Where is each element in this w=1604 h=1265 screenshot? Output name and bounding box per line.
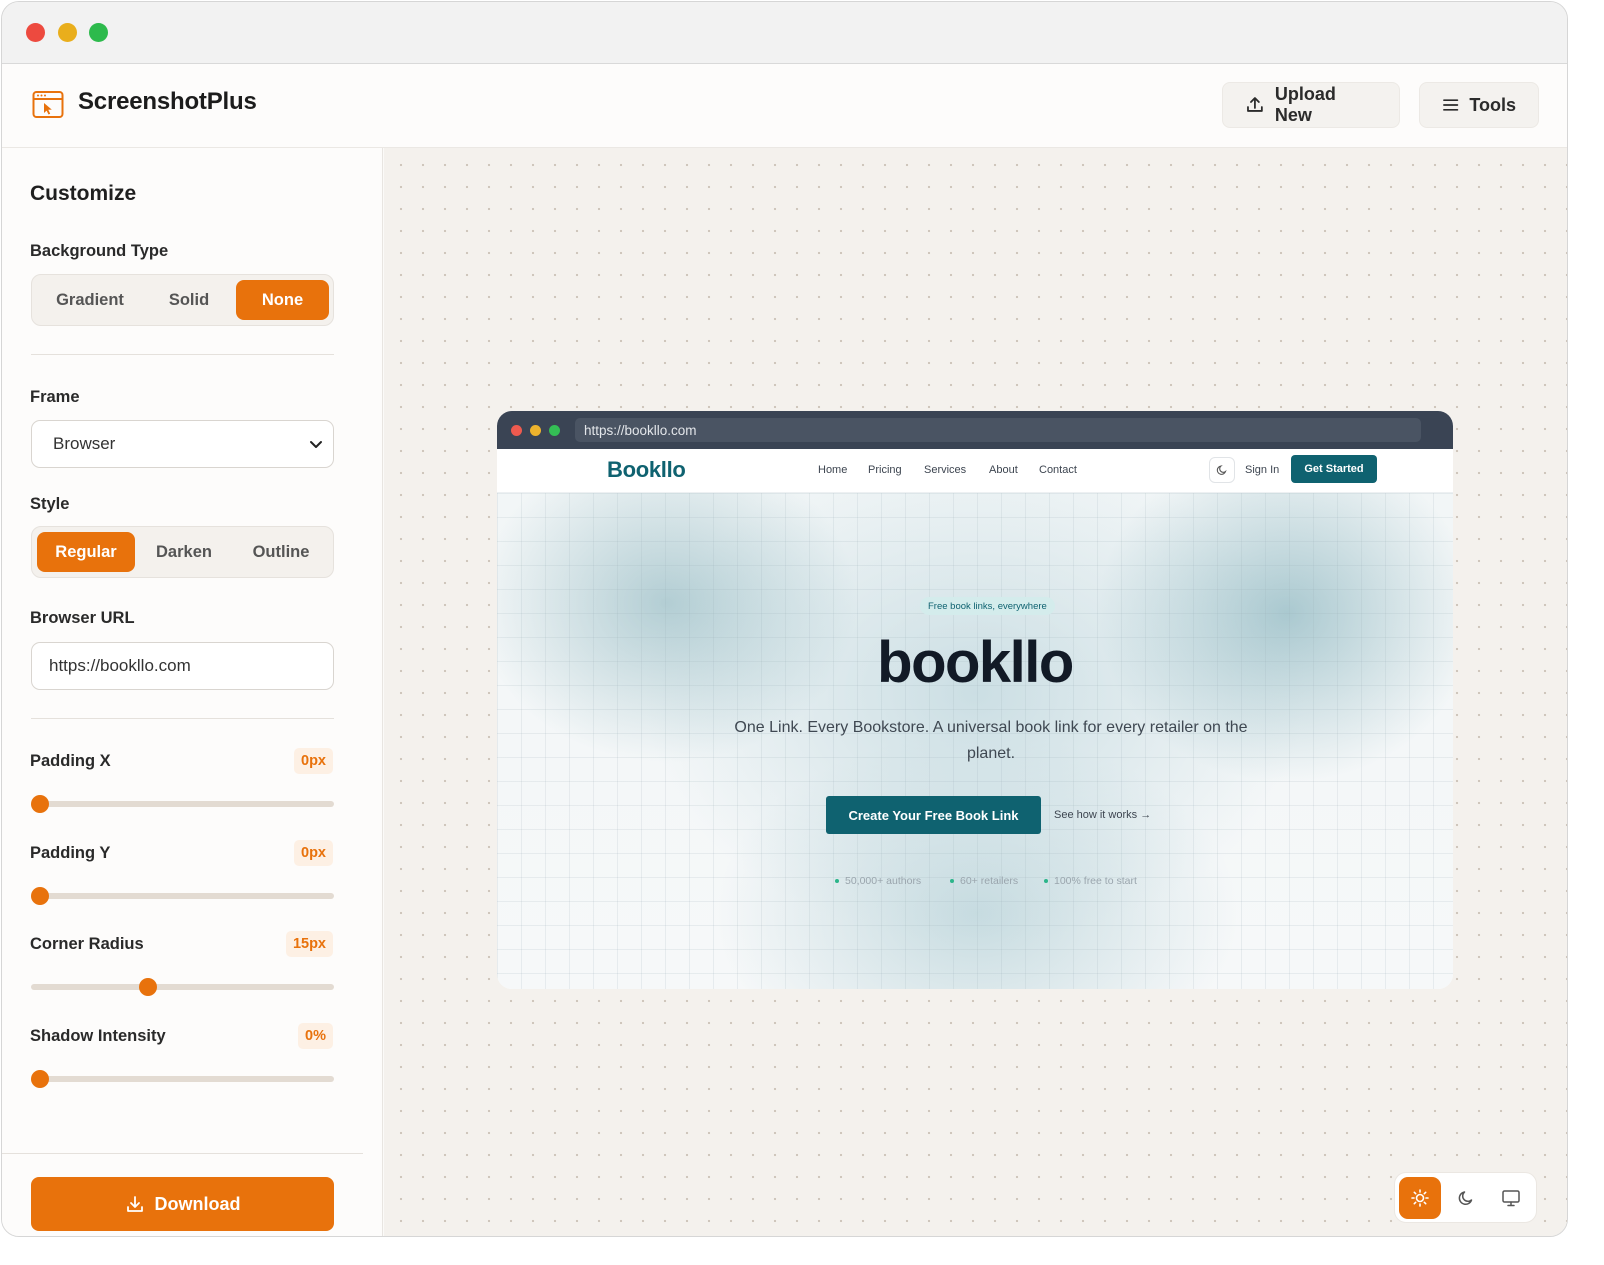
padding-y-label: Padding Y — [30, 844, 111, 862]
background-type-label: Background Type — [30, 242, 169, 260]
corner-radius-slider[interactable] — [31, 978, 334, 996]
site-nav-home: Home — [818, 464, 848, 476]
tools-button[interactable]: Tools — [1419, 82, 1539, 128]
window-maximize-button[interactable] — [89, 23, 108, 42]
shadow-intensity-label: Shadow Intensity — [30, 1027, 166, 1045]
shadow-intensity-slider[interactable] — [31, 1070, 334, 1088]
section-divider — [31, 718, 334, 719]
upload-new-label: Upload New — [1274, 84, 1336, 125]
padding-y-slider[interactable] — [31, 887, 334, 905]
window-titlebar — [2, 2, 1567, 64]
style-label: Style — [30, 495, 70, 513]
hero-pill-badge: Free book links, everywhere — [920, 597, 1055, 615]
browser-url-value: https://bookllo.com — [49, 656, 191, 675]
window-minimize-button[interactable] — [58, 23, 77, 42]
hero-stat-text: 60+ retailers — [960, 875, 1019, 887]
screenshot-preview[interactable]: https://bookllo.com Bookllo Home Pricing… — [497, 411, 1453, 989]
corner-radius-value: 15px — [285, 931, 333, 957]
panel-heading: Customize — [30, 182, 137, 205]
hero-title: bookllo — [877, 630, 1074, 695]
section-divider — [2, 1153, 363, 1154]
style-selector: Regular Darken Outline — [31, 526, 334, 578]
hero-cta-button: Create Your Free Book Link — [826, 796, 1041, 834]
app-title: ScreenshotPlus — [78, 88, 257, 115]
moon-icon — [1216, 465, 1227, 475]
site-theme-toggle — [1209, 457, 1235, 483]
light-theme-button[interactable] — [1399, 1177, 1441, 1219]
browser-url-input[interactable]: https://bookllo.com — [31, 642, 334, 690]
site-nav-about: About — [989, 464, 1018, 476]
app-header: ScreenshotPlus Upload New Tools — [2, 64, 1567, 148]
browser-frame-bar: https://bookllo.com — [497, 411, 1453, 449]
browser-frame-url: https://bookllo.com — [575, 418, 1421, 442]
frame-select-value: Browser — [53, 434, 116, 453]
padding-x-label: Padding X — [30, 752, 111, 770]
bg-option-gradient[interactable]: Gradient — [38, 280, 142, 320]
window-close-button[interactable] — [26, 23, 45, 42]
sun-icon — [1411, 1189, 1429, 1207]
shadow-intensity-slider-thumb[interactable] — [31, 1070, 49, 1088]
site-navbar: Bookllo Home Pricing Services About Cont… — [497, 449, 1453, 493]
hero-stat: 60+ retailers — [950, 875, 1018, 887]
browser-frame-yellow-dot — [530, 425, 541, 436]
site-hero: Free book links, everywhere bookllo One … — [497, 493, 1453, 989]
hero-stat: 50,000+ authors — [835, 875, 921, 887]
bg-option-solid[interactable]: Solid — [143, 280, 235, 320]
tools-label: Tools — [1469, 94, 1516, 115]
style-option-regular[interactable]: Regular — [37, 532, 135, 572]
app-logo-icon — [32, 91, 64, 118]
hero-secondary-link: See how it works → — [1054, 809, 1152, 821]
hero-subtitle: One Link. Every Bookstore. A universal b… — [734, 719, 1248, 762]
site-nav-services: Services — [924, 464, 967, 476]
padding-y-slider-thumb[interactable] — [31, 887, 49, 905]
menu-icon — [1443, 99, 1459, 111]
padding-x-value: 0px — [294, 748, 333, 774]
upload-icon — [1247, 97, 1263, 112]
chevron-down-icon — [310, 441, 322, 448]
corner-radius-label: Corner Radius — [30, 935, 144, 953]
dark-theme-button[interactable] — [1445, 1177, 1487, 1219]
style-option-outline[interactable]: Outline — [233, 532, 329, 572]
theme-switcher — [1394, 1172, 1537, 1223]
download-label: Download — [154, 1193, 241, 1214]
style-option-darken[interactable]: Darken — [136, 532, 232, 572]
shadow-intensity-value: 0% — [298, 1023, 333, 1049]
monitor-icon — [1502, 1190, 1520, 1207]
hero-stat: 100% free to start — [1044, 875, 1137, 887]
frame-select[interactable]: Browser — [31, 420, 334, 468]
browser-frame-green-dot — [549, 425, 560, 436]
site-brand-logo: Bookllo — [607, 457, 686, 482]
frame-label: Frame — [30, 388, 80, 406]
hero-stat-text: 50,000+ authors — [845, 875, 922, 887]
background-type-selector: Gradient Solid None — [31, 274, 334, 326]
customize-panel: Customize Background Type Gradient Solid… — [2, 148, 383, 1236]
system-theme-button[interactable] — [1490, 1177, 1532, 1219]
site-get-started-button: Get Started — [1291, 455, 1377, 483]
browser-url-label: Browser URL — [30, 609, 135, 627]
moon-icon — [1458, 1191, 1473, 1206]
padding-x-slider[interactable] — [31, 795, 334, 813]
bg-option-none[interactable]: None — [236, 280, 329, 320]
download-button[interactable]: Download — [31, 1177, 334, 1231]
padding-x-slider-thumb[interactable] — [31, 795, 49, 813]
site-nav-pricing: Pricing — [868, 464, 902, 476]
browser-frame-red-dot — [511, 425, 522, 436]
padding-y-value: 0px — [294, 840, 333, 866]
site-nav-contact: Contact — [1039, 464, 1077, 476]
section-divider — [31, 354, 334, 355]
upload-new-button[interactable]: Upload New — [1222, 82, 1400, 128]
hero-stat-text: 100% free to start — [1054, 875, 1137, 887]
site-sign-in: Sign In — [1245, 464, 1280, 476]
download-icon — [126, 1196, 143, 1212]
corner-radius-slider-thumb[interactable] — [139, 978, 158, 996]
